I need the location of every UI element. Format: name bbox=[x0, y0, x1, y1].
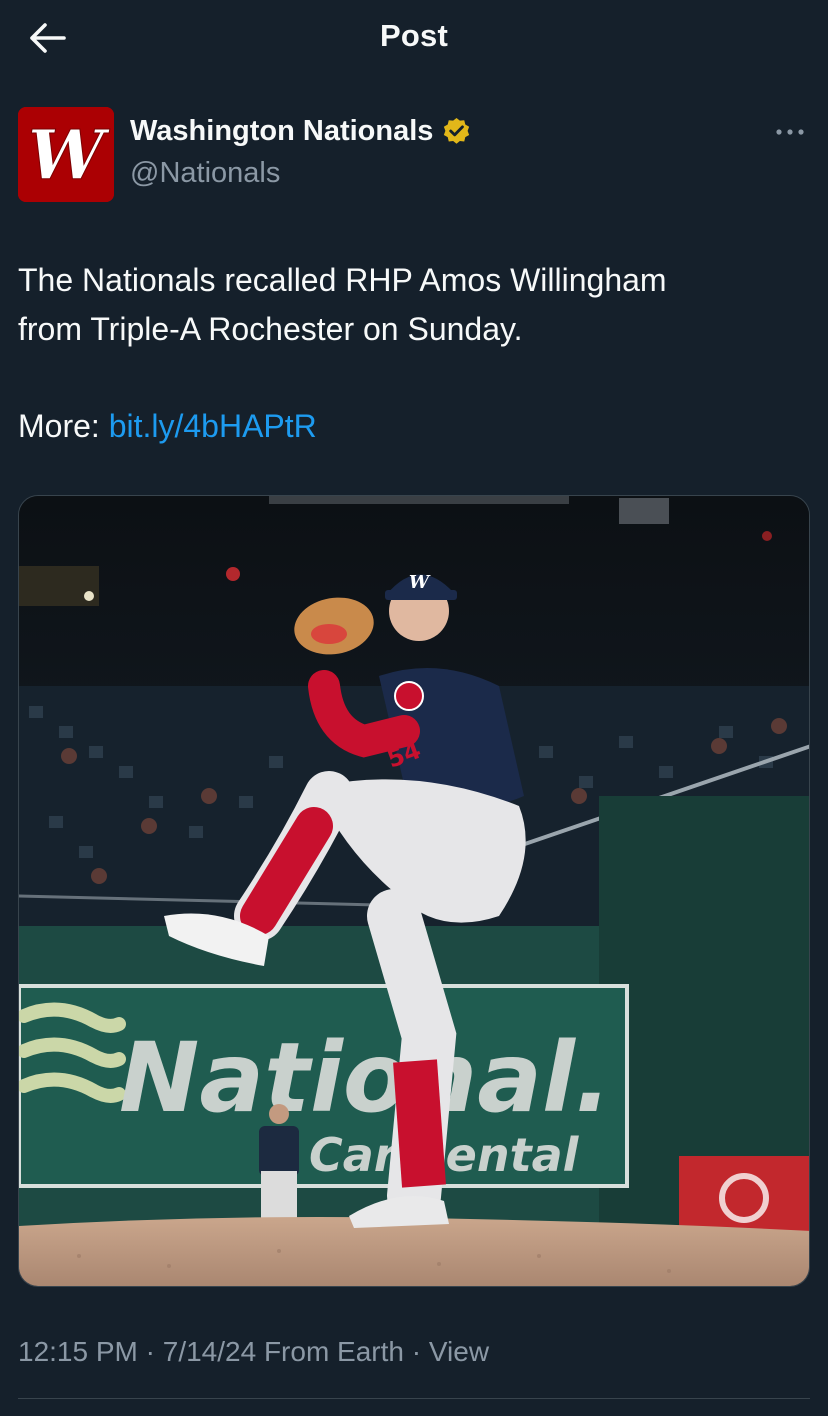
pitcher-photo: National. Car Rental 54 W bbox=[19, 496, 809, 1286]
meta-separator: · bbox=[411, 1336, 422, 1367]
more-options-button[interactable] bbox=[770, 117, 810, 147]
top-bar: Post bbox=[0, 0, 828, 78]
post-date: 7/14/24 bbox=[162, 1336, 257, 1367]
logo-letter: W bbox=[28, 116, 110, 196]
post-link-line: More: bit.ly/4bHAPtR bbox=[18, 402, 810, 451]
post-source: From Earth bbox=[263, 1336, 404, 1367]
post-text-line: The Nationals recalled RHP Amos Willingh… bbox=[18, 262, 667, 298]
post-text-line: from Triple-A Rochester on Sunday. bbox=[18, 311, 523, 347]
post-meta: 12:15 PM · 7/14/24 From Earth · View bbox=[18, 1336, 489, 1368]
sign-text: National. bbox=[119, 1022, 611, 1134]
meta-separator: · bbox=[145, 1336, 155, 1367]
post-text: The Nationals recalled RHP Amos Willingh… bbox=[18, 256, 810, 451]
post-link[interactable]: bit.ly/4bHAPtR bbox=[109, 408, 317, 444]
display-name-row[interactable]: Washington Nationals bbox=[130, 115, 472, 148]
divider bbox=[18, 1398, 810, 1399]
handle[interactable]: @Nationals bbox=[130, 157, 280, 190]
more-label: More: bbox=[18, 408, 100, 444]
verified-badge-icon bbox=[444, 117, 470, 144]
post-image[interactable]: National. Car Rental 54 W bbox=[18, 495, 810, 1287]
nationals-logo-icon: W bbox=[18, 107, 114, 202]
more-horizontal-icon bbox=[776, 129, 804, 135]
avatar[interactable]: W bbox=[18, 107, 114, 202]
cap-logo: W bbox=[409, 572, 431, 593]
view-link[interactable]: View bbox=[429, 1336, 489, 1367]
post-author: W Washington Nationals @Nationals bbox=[18, 107, 810, 203]
display-name: Washington Nationals bbox=[130, 115, 434, 147]
post-time: 12:15 PM bbox=[18, 1336, 138, 1367]
page-title: Post bbox=[380, 18, 448, 53]
